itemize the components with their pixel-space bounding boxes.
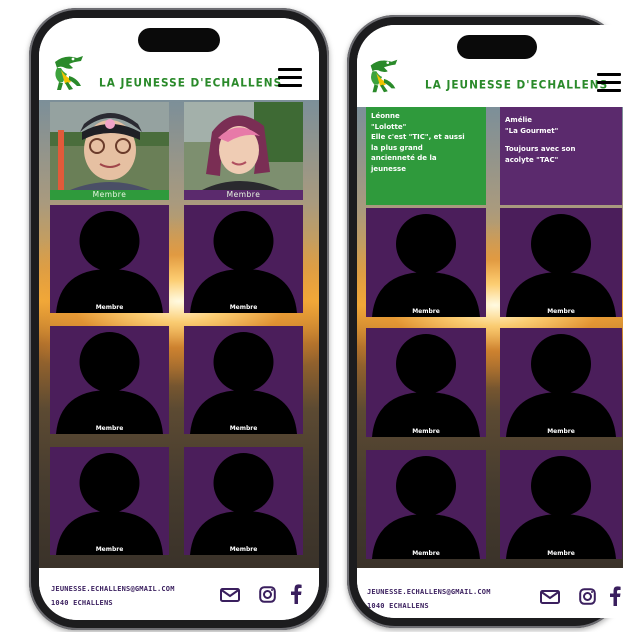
member-tile[interactable]: Membre [184,326,303,434]
member-tile[interactable]: Membre [500,450,622,559]
info-line: Toujours avec son [505,145,576,153]
right-phone-frame: LA JEUNESSE D'ECHALLENS Léonne "Lolotte"… [347,15,623,628]
member-tile[interactable]: Membre [50,447,169,555]
left-phone-screen: LA JEUNESSE D'ECHALLENS Membre Membre Me… [39,18,319,620]
site-footer: JEUNESSE.ECHALLENS@GMAIL.COM 1040 ECHALL… [357,568,623,618]
member-tile[interactable]: Membre [500,328,622,437]
member-tile[interactable]: Membre [366,450,486,559]
member-silhouette-icon [56,332,163,434]
crocodile-logo-icon[interactable] [47,52,89,94]
member-photo-caption: Membre [184,190,303,200]
right-phone-screen: LA JEUNESSE D'ECHALLENS Léonne "Lolotte"… [357,25,623,618]
facebook-icon[interactable] [290,584,302,604]
info-line: acolyte "TAC" [505,155,559,164]
crocodile-logo-icon[interactable] [363,55,403,97]
member-silhouette-icon [190,453,297,555]
member-tile-caption: Membre [229,546,258,553]
member-silhouette-icon [372,456,480,559]
site-brand-name[interactable]: LA JEUNESSE D'ECHALLENS [425,78,608,91]
member-silhouette-icon [506,334,616,437]
member-tile-caption: Membre [412,428,440,435]
member-tile-caption: Membre [547,550,575,557]
member-silhouette-icon [190,211,297,313]
member-silhouette-icon [372,334,480,437]
info-line: "La Gourmet" [505,126,559,135]
member-tile-caption: Membre [547,308,575,315]
member-tile-caption: Membre [95,425,124,432]
info-line: Amélie [505,116,533,124]
site-footer: JEUNESSE.ECHALLENS@GMAIL.COM 1040 ECHALL… [39,568,319,620]
member-photo-2 [184,102,303,190]
contact-email-link[interactable]: JEUNESSE.ECHALLENS@GMAIL.COM [51,585,175,593]
info-line: Léonne [371,112,400,120]
member-tile-caption: Membre [95,304,124,311]
member-photo-caption: Membre [50,190,169,200]
member-tile[interactable]: Membre [366,208,486,317]
member-tile[interactable]: Membre [366,328,486,437]
member-silhouette-icon [190,332,297,434]
member-tile[interactable]: Membre [184,447,303,555]
contact-email-link[interactable]: JEUNESSE.ECHALLENS@GMAIL.COM [367,588,491,596]
member-tile[interactable]: Membre [50,326,169,434]
dynamic-island [138,28,220,52]
contact-city: 1040 ECHALLENS [51,599,113,607]
hamburger-menu-icon[interactable] [278,68,302,92]
member-tile[interactable]: Membre [50,205,169,313]
contact-city: 1040 ECHALLENS [367,602,429,610]
member-tile-caption: Membre [412,550,440,557]
site-brand-name[interactable]: LA JEUNESSE D'ECHALLENS [99,76,282,89]
info-line: "Lolotte" [371,122,407,131]
member-silhouette-icon [56,453,163,555]
member-tile-caption: Membre [229,304,258,311]
member-photo-1 [50,102,169,190]
member-silhouette-icon [506,214,616,317]
dynamic-island [457,35,537,59]
member-tile-caption: Membre [229,425,258,432]
facebook-icon[interactable] [609,586,621,606]
member-silhouette-icon [372,214,480,317]
info-line: ancienneté de la [371,154,437,162]
member-photo-card[interactable]: Membre [184,102,303,200]
member-info-card[interactable]: Léonne "Lolotte" Elle c'est "TIC", et au… [366,107,486,205]
mail-icon[interactable] [220,588,240,602]
member-silhouette-icon [506,456,616,559]
info-line [505,136,617,144]
info-line: jeunesse [371,164,406,173]
hamburger-menu-icon[interactable] [597,73,621,97]
instagram-icon[interactable] [579,588,596,605]
info-line: Elle c'est "TIC", et aussi [371,133,465,141]
left-phone-frame: LA JEUNESSE D'ECHALLENS Membre Membre Me… [29,8,329,630]
instagram-icon[interactable] [259,586,276,603]
member-tile[interactable]: Membre [184,205,303,313]
member-photo-card[interactable]: Membre [50,102,169,200]
member-tile[interactable]: Membre [500,208,622,317]
member-tile-caption: Membre [95,546,124,553]
member-tile-caption: Membre [547,428,575,435]
info-line: la plus grand [371,143,423,152]
mail-icon[interactable] [540,590,560,604]
member-silhouette-icon [56,211,163,313]
member-tile-caption: Membre [412,308,440,315]
member-info-card[interactable]: Amélie "La Gourmet" Toujours avec son ac… [500,107,622,205]
